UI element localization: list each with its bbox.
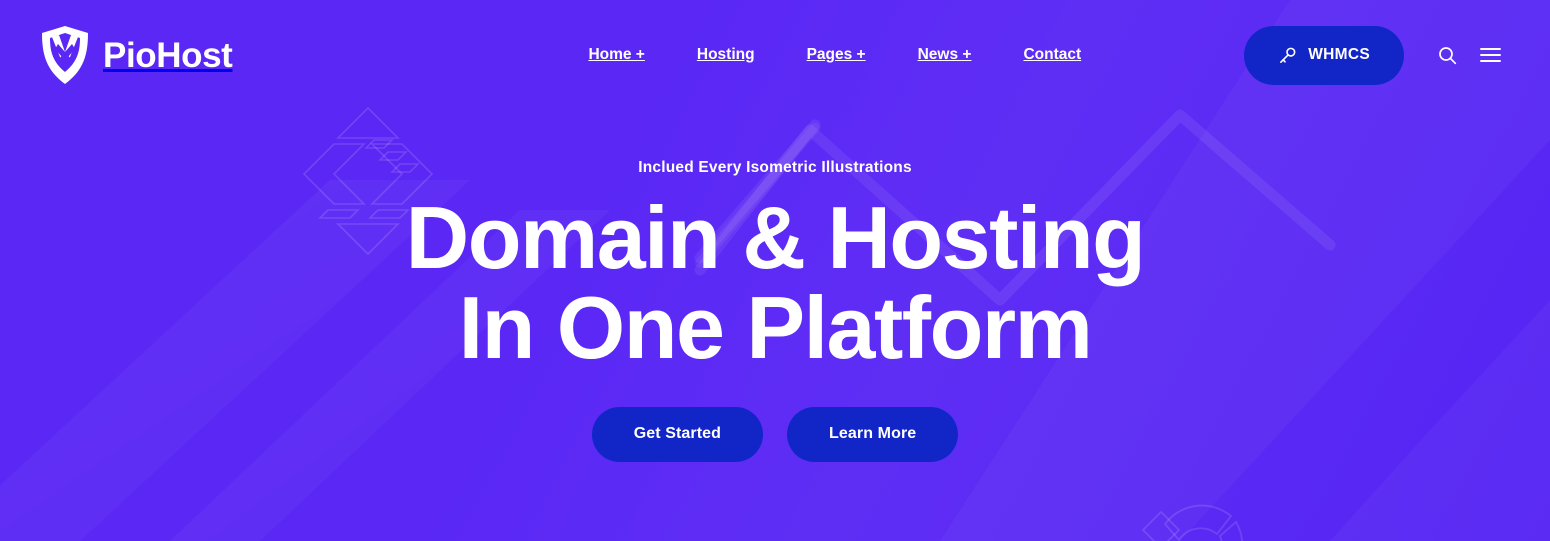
whmcs-button-label: WHMCS <box>1308 46 1370 63</box>
nav-item-home[interactable]: Home + <box>562 47 670 63</box>
hero-section: PioHost Home + Hosting Pages + News + Co… <box>0 0 1550 541</box>
key-icon <box>1280 47 1296 63</box>
nav-item-hosting[interactable]: Hosting <box>671 47 781 63</box>
search-icon <box>1438 46 1456 64</box>
hero-headline: Domain & Hosting In One Platform <box>405 188 1146 377</box>
get-started-button[interactable]: Get Started <box>591 406 764 462</box>
learn-more-button[interactable]: Learn More <box>787 406 959 462</box>
site-header: PioHost Home + Hosting Pages + News + Co… <box>0 0 1550 110</box>
hero-cta-row: Get Started Learn More <box>591 406 959 462</box>
hamburger-menu-icon <box>1479 48 1501 62</box>
nav-item-contact[interactable]: Contact <box>997 47 1107 63</box>
hamburger-menu-button[interactable] <box>1470 35 1510 75</box>
nav-item-news[interactable]: News + <box>892 47 998 63</box>
main-navigation: Home + Hosting Pages + News + Contact <box>562 47 1107 63</box>
hero-subtitle: Inclued Every Isometric Illustrations <box>638 159 912 176</box>
search-button[interactable] <box>1427 35 1467 75</box>
hero-headline-line-2: In One Platform <box>458 277 1093 377</box>
shield-w-icon <box>42 26 88 84</box>
brand-logo-link[interactable]: PioHost <box>40 24 233 86</box>
header-actions: WHMCS <box>1244 25 1510 85</box>
brand-name: PioHost <box>103 35 233 75</box>
hero-headline-line-1: Domain & Hosting <box>405 188 1146 287</box>
nav-item-pages[interactable]: Pages + <box>781 47 892 63</box>
whmcs-button[interactable]: WHMCS <box>1244 25 1404 85</box>
